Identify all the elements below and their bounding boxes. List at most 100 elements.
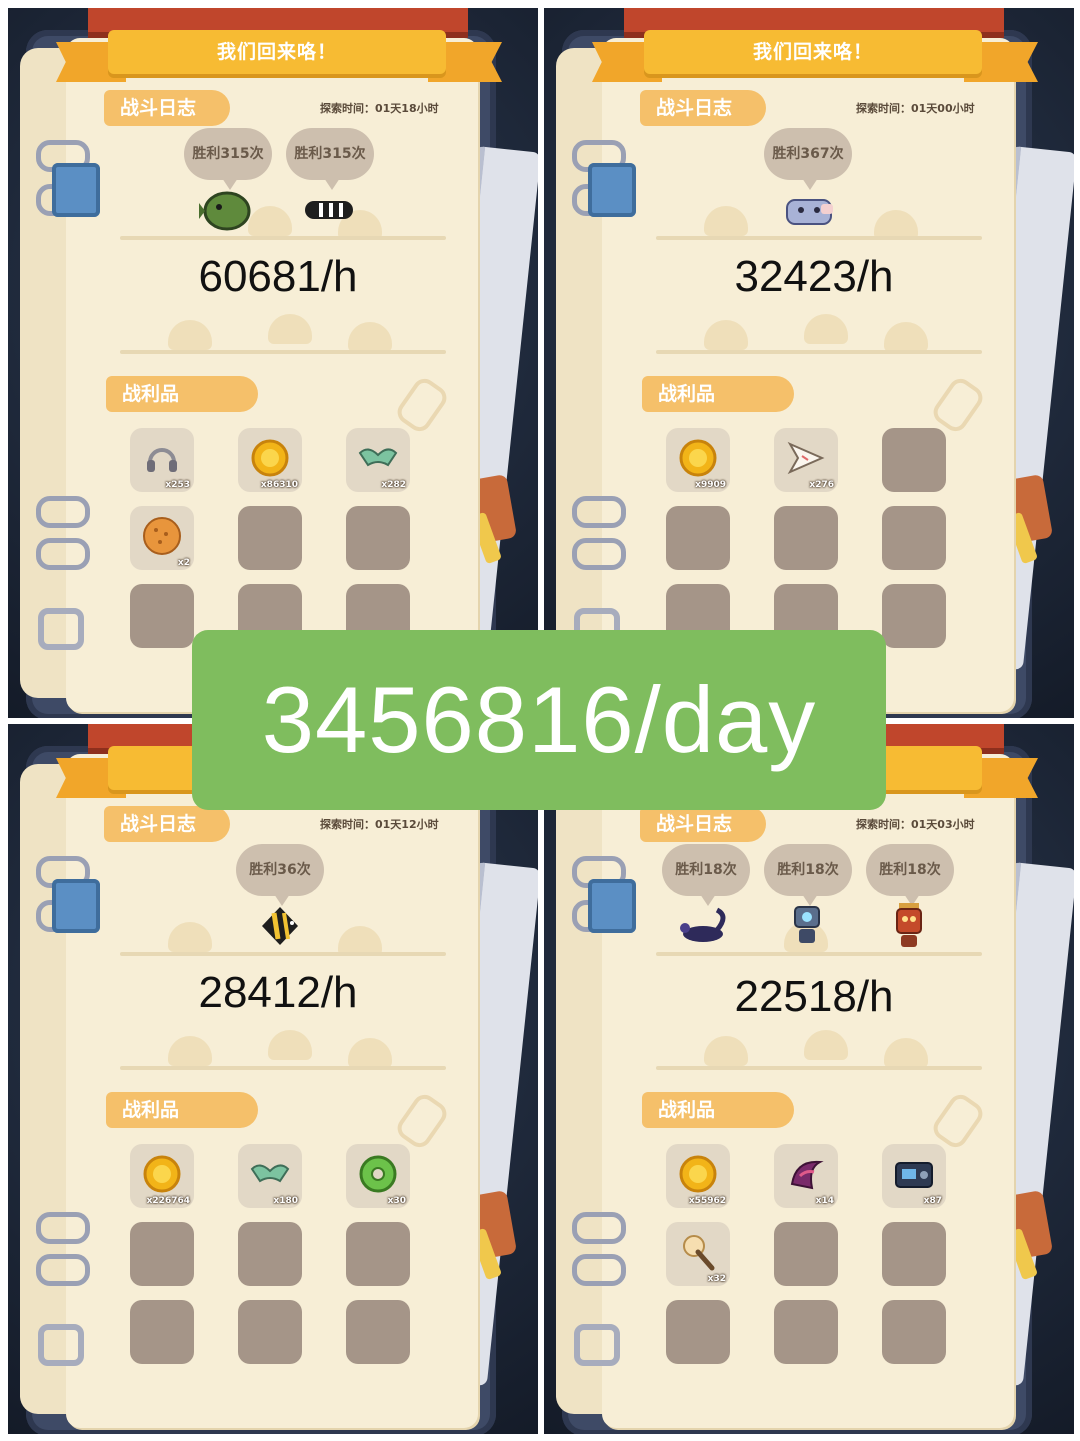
empty-loot-slot: [346, 1300, 410, 1364]
ice-cream-stick-icon: [676, 1230, 720, 1274]
hourly-rate: 32423/h: [734, 252, 894, 301]
screenshot-panel-3: 我们回来咯！ 战斗日志 探索时间：01天12小时 胜利36次 28412/h 战…: [8, 724, 538, 1434]
item-quantity: x226764: [146, 1196, 190, 1206]
binder-clip: [52, 879, 100, 933]
loot-slot[interactable]: x180: [238, 1144, 302, 1208]
empty-loot-slot: [774, 506, 838, 570]
empty-loot-slot: [238, 506, 302, 570]
headphones-icon: [140, 436, 184, 480]
cookie-icon: [140, 514, 184, 558]
binder-ring: [36, 496, 90, 528]
loot-slot[interactable]: x9909: [666, 428, 730, 492]
loot-label: 战利品: [642, 376, 794, 412]
paper-plane-icon: [784, 436, 828, 480]
pufferfish-monster-icon: [198, 186, 256, 234]
empty-loot-slot: [666, 1300, 730, 1364]
banner-title: 我们回来咯！: [644, 30, 982, 74]
shelf-line: [656, 1066, 982, 1070]
empty-loot-slot: [774, 1300, 838, 1364]
battle-log-label: 战斗日志: [104, 806, 230, 842]
screenshot-panel-4: 我们回来咯！ 战斗日志 探索时间：01天03小时 胜利18次 胜利18次 胜利1…: [544, 724, 1074, 1434]
explore-time: 探索时间：01天00小时: [856, 102, 975, 115]
hourly-rate: 28412/h: [198, 968, 358, 1017]
scorpion-monster-icon: [676, 902, 734, 950]
gold-coin-icon: [676, 1152, 720, 1196]
empty-loot-slot: [130, 584, 194, 648]
win-count-bubble: 胜利36次: [236, 844, 324, 906]
explore-time: 探索时间：01天12小时: [320, 818, 439, 831]
item-quantity: x32: [707, 1274, 726, 1284]
binder-ring: [572, 1212, 626, 1244]
win-count-bubble: 胜利315次: [184, 128, 272, 190]
angelfish-monster-icon: [250, 902, 308, 950]
empty-loot-slot: [238, 1300, 302, 1364]
crab-sofa-monster-icon: [780, 186, 838, 234]
empty-loot-slot: [882, 428, 946, 492]
green-donut-icon: [356, 1152, 400, 1196]
empty-loot-slot: [774, 1222, 838, 1286]
shelf-line: [656, 236, 982, 240]
loot-slot[interactable]: x226764: [130, 1144, 194, 1208]
loot-slot[interactable]: x2: [130, 506, 194, 570]
empty-loot-slot: [882, 584, 946, 648]
loot-slot[interactable]: x87: [882, 1144, 946, 1208]
item-quantity: x282: [381, 480, 406, 490]
explore-time: 探索时间：01天18小时: [320, 102, 439, 115]
binder-ring: [36, 1212, 90, 1244]
empty-loot-slot: [346, 506, 410, 570]
loot-slot[interactable]: x14: [774, 1144, 838, 1208]
binder-clip: [588, 163, 636, 217]
empty-loot-slot: [882, 1222, 946, 1286]
item-quantity: x87: [923, 1196, 942, 1206]
item-quantity: x86310: [260, 480, 298, 490]
green-mask-icon: [356, 436, 400, 480]
binder-clip: [588, 879, 636, 933]
binder-ring: [36, 1254, 90, 1286]
hourly-rate: 60681/h: [198, 252, 358, 301]
binder-ring: [36, 538, 90, 570]
loot-slot[interactable]: x276: [774, 428, 838, 492]
loot-slot[interactable]: x30: [346, 1144, 410, 1208]
loot-label: 战利品: [106, 1092, 258, 1128]
lantern-robot-monster-icon: [880, 902, 938, 950]
shelf-line: [120, 952, 446, 956]
binder-hook: [38, 608, 84, 650]
camera-box-icon: [892, 1152, 936, 1196]
loot-slot[interactable]: x282: [346, 428, 410, 492]
shelf-line: [120, 350, 446, 354]
explore-time: 探索时间：01天03小时: [856, 818, 975, 831]
binder-ring: [572, 1254, 626, 1286]
item-quantity: x180: [273, 1196, 298, 1206]
binder-hook: [574, 1324, 620, 1366]
loot-slot[interactable]: x86310: [238, 428, 302, 492]
empty-loot-slot: [130, 1300, 194, 1364]
daily-total-overlay: 3456816/day: [192, 630, 886, 810]
empty-loot-slot: [666, 506, 730, 570]
win-count-bubble: 胜利367次: [764, 128, 852, 190]
battle-log-label: 战斗日志: [640, 806, 766, 842]
item-quantity: x9909: [695, 480, 726, 490]
loot-slot[interactable]: x32: [666, 1222, 730, 1286]
shelf-line: [656, 952, 982, 956]
shelf-line: [120, 236, 446, 240]
binder-hook: [38, 1324, 84, 1366]
win-count-bubble: 胜利18次: [764, 844, 852, 906]
item-quantity: x276: [809, 480, 834, 490]
gold-coin-icon: [676, 436, 720, 480]
loot-slot[interactable]: x55962: [666, 1144, 730, 1208]
binder-ring: [572, 538, 626, 570]
screenshot-panel-1: 我们回来咯！ 战斗日志 探索时间：01天18小时 胜利315次 胜利315次 6…: [8, 8, 538, 718]
item-quantity: x2: [177, 558, 190, 568]
win-count-bubble: 胜利18次: [662, 844, 750, 906]
gold-coin-icon: [140, 1152, 184, 1196]
gold-coin-icon: [248, 436, 292, 480]
empty-loot-slot: [130, 1222, 194, 1286]
battle-log-label: 战斗日志: [640, 90, 766, 126]
shelf-line: [120, 1066, 446, 1070]
hourly-rate: 22518/h: [734, 972, 894, 1021]
win-count-bubble: 胜利315次: [286, 128, 374, 190]
item-quantity: x14: [815, 1196, 834, 1206]
empty-loot-slot: [238, 1222, 302, 1286]
robot-monster-icon: [778, 902, 836, 950]
loot-slot[interactable]: x253: [130, 428, 194, 492]
